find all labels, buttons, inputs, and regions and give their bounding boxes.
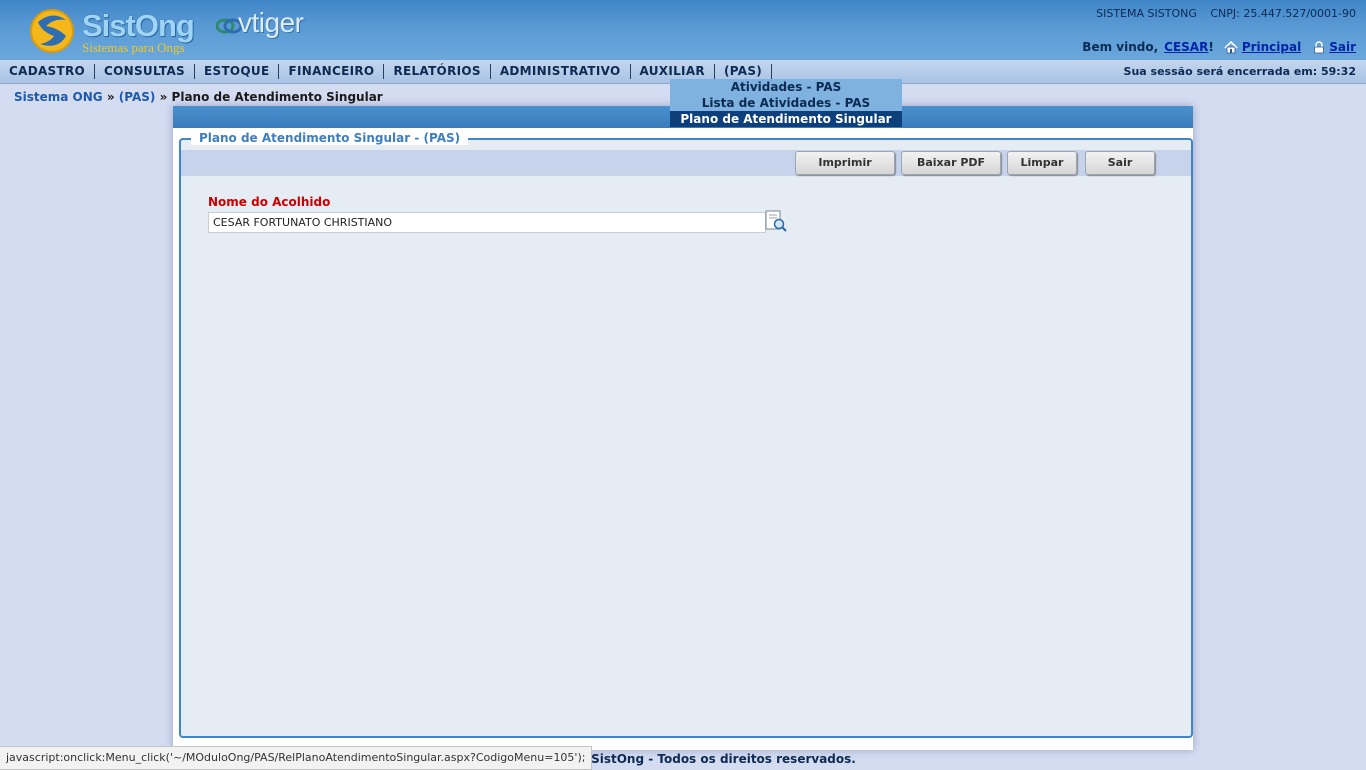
header: SistOng Sistemas para Ongs vtiger SISTEM…	[0, 0, 1366, 60]
breadcrumb-separator: »	[106, 90, 115, 104]
user-link[interactable]: CESAR	[1164, 40, 1208, 54]
principal-link[interactable]: Principal	[1242, 40, 1301, 54]
breadcrumb-current: Plano de Atendimento Singular	[171, 90, 383, 104]
vtiger-logo: vtiger	[216, 7, 336, 41]
exit-button[interactable]: Sair	[1085, 151, 1155, 175]
logout-link[interactable]: Sair	[1329, 40, 1356, 54]
vtiger-text: vtiger	[238, 7, 304, 38]
lock-icon	[1314, 40, 1325, 53]
logo-tagline: Sistemas para Ongs	[82, 40, 185, 55]
menu-item-estoque[interactable]: ESTOQUE	[195, 64, 280, 79]
welcome-prefix: Bem vindo,	[1082, 40, 1159, 54]
sistong-logo: SistOng Sistemas para Ongs	[28, 6, 208, 56]
sistong-logo-icon	[30, 9, 74, 53]
menu-item-relat-rios[interactable]: RELATÓRIOS	[384, 64, 491, 79]
form-fieldset: Plano de Atendimento Singular - (PAS) Im…	[179, 131, 1193, 738]
field-label-acolhido: Nome do Acolhido	[208, 195, 331, 209]
search-icon[interactable]	[765, 210, 787, 232]
acolhido-name-input[interactable]: CESAR FORTUNATO CHRISTIANO	[208, 212, 766, 233]
main-panel: Plano de Atendimento Singular - (PAS) Im…	[173, 106, 1193, 750]
browser-status-bar: javascript:onclick:Menu_click('~/MOduloO…	[0, 746, 593, 770]
breadcrumb-separator: »	[159, 90, 168, 104]
system-name: SISTEMA SISTONG	[1096, 7, 1197, 20]
breadcrumb-section[interactable]: (PAS)	[119, 90, 156, 104]
form-legend: Plano de Atendimento Singular - (PAS)	[191, 131, 469, 145]
menu-item-financeiro[interactable]: FINANCEIRO	[279, 64, 385, 79]
form-toolbar: Imprimir Baixar PDF Limpar Sair	[181, 150, 1191, 176]
download-pdf-button[interactable]: Baixar PDF	[901, 151, 1001, 175]
dropdown-item[interactable]: Lista de Atividades - PAS	[670, 95, 902, 111]
menu-item-pas[interactable]: (PAS)	[715, 64, 773, 79]
clear-button[interactable]: Limpar	[1007, 151, 1077, 175]
breadcrumb-root[interactable]: Sistema ONG	[14, 90, 103, 104]
dropdown-item[interactable]: Atividades - PAS	[670, 79, 902, 95]
pas-dropdown-menu: Atividades - PAS Lista de Atividades - PA…	[670, 79, 902, 127]
session-timer: Sua sessão será encerrada em: 59:32	[1123, 65, 1356, 78]
welcome-area: Bem vindo, CESAR! Principal Sair	[1082, 40, 1356, 54]
logo-title: SistOng	[82, 8, 195, 43]
menu-item-consultas[interactable]: CONSULTAS	[95, 64, 195, 79]
breadcrumb: Sistema ONG » (PAS) » Plano de Atendimen…	[14, 90, 383, 104]
system-info: SISTEMA SISTONG CNPJ: 25.447.527/0001-90	[1086, 7, 1356, 20]
main-menu: CADASTRO CONSULTAS ESTOQUE FINANCEIRO RELATÓ…	[0, 60, 773, 83]
home-icon	[1224, 40, 1238, 53]
dropdown-item[interactable]: Plano de Atendimento Singular	[670, 111, 902, 127]
menu-item-cadastro[interactable]: CADASTRO	[0, 64, 96, 79]
menu-item-auxiliar[interactable]: AUXILIAR	[631, 64, 715, 79]
welcome-suffix: !	[1208, 40, 1214, 54]
footer-copyright: .5 SistOng - Todos os direitos reservado…	[574, 752, 856, 766]
menu-item-administrativo[interactable]: ADMINISTRATIVO	[491, 64, 631, 79]
print-button[interactable]: Imprimir	[795, 151, 895, 175]
cnpj: CNPJ: 25.447.527/0001-90	[1210, 7, 1356, 20]
